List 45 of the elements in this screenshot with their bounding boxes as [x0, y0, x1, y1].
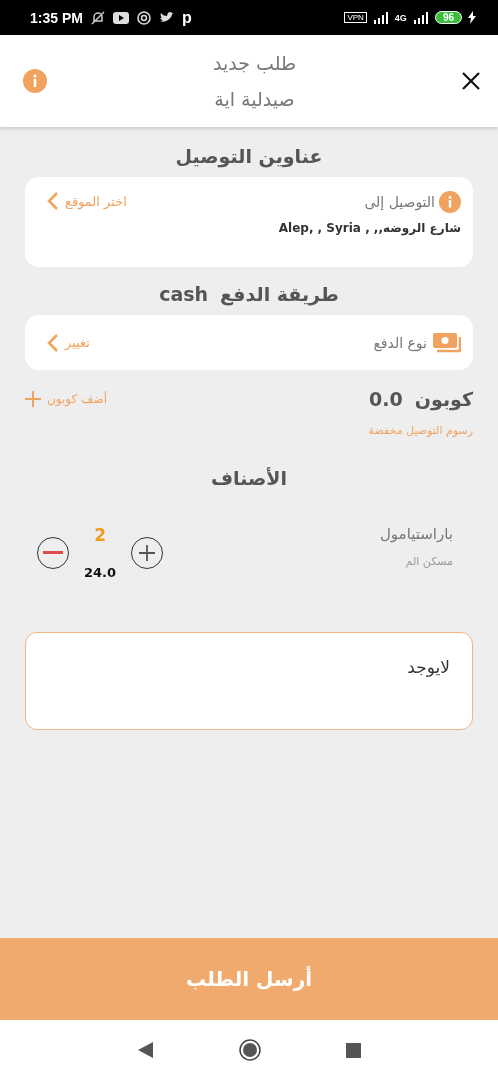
change-link[interactable]: تغيير [47, 332, 90, 353]
info-icon [23, 69, 47, 93]
section-heading: عناوين التوصيل [174, 145, 324, 167]
payment-type-label: نوع الدفع [373, 334, 427, 351]
item-price: 24.0 [84, 565, 117, 580]
minus-icon [43, 550, 63, 555]
plus-icon [25, 391, 41, 407]
plus-icon [138, 543, 157, 562]
page-title: طلب جديد [212, 52, 297, 74]
address-text: شارع الروضه,, , Alep, , Syria [278, 221, 461, 235]
bird-icon [158, 11, 174, 24]
chevron-left-icon [47, 191, 59, 211]
vpn-badge: VPN [344, 12, 367, 23]
muted-bell-icon [90, 10, 105, 25]
signal-icon [372, 11, 389, 24]
item-description: مسكن الم [404, 555, 453, 568]
delivery-label: التوصيل إلى [364, 194, 435, 210]
chevron-left-icon [47, 332, 59, 353]
close-icon[interactable] [462, 72, 480, 90]
section-heading: طريقة الدفع [220, 283, 339, 305]
app-glyph: p [181, 8, 192, 27]
coupon-value: 0.0 [369, 388, 403, 410]
delivery-fee-note: رسوم التوصيل مخفضة [367, 424, 473, 437]
clock-time: 1:35 PM [30, 9, 83, 26]
notes-field[interactable]: لايوجد [25, 632, 473, 730]
video-play-icon [112, 11, 129, 24]
recents-icon[interactable] [345, 1042, 361, 1058]
charging-icon [468, 11, 476, 24]
item-quantity: 2 [94, 525, 106, 545]
coupon-label: كوبون [414, 388, 473, 410]
battery-level: 96 [434, 11, 462, 24]
choose-location-link[interactable]: اختر الموقع [47, 191, 127, 211]
section-heading: الأصناف [210, 467, 288, 489]
payment-method: cash [159, 283, 209, 305]
submit-order-button[interactable]: أرسل الطلب [0, 938, 498, 1020]
item-name: باراستيامول [379, 525, 453, 543]
signal-icon [412, 11, 429, 24]
home-icon[interactable] [238, 1039, 261, 1061]
add-coupon-link[interactable]: أضف كوبون [25, 391, 108, 407]
pharmacy-name: صيدلية اية [214, 88, 295, 110]
ring-icon [136, 10, 151, 25]
info-icon [439, 191, 461, 213]
money-icon [433, 332, 461, 353]
back-icon[interactable] [137, 1042, 154, 1058]
network-label: 4G [394, 12, 407, 23]
